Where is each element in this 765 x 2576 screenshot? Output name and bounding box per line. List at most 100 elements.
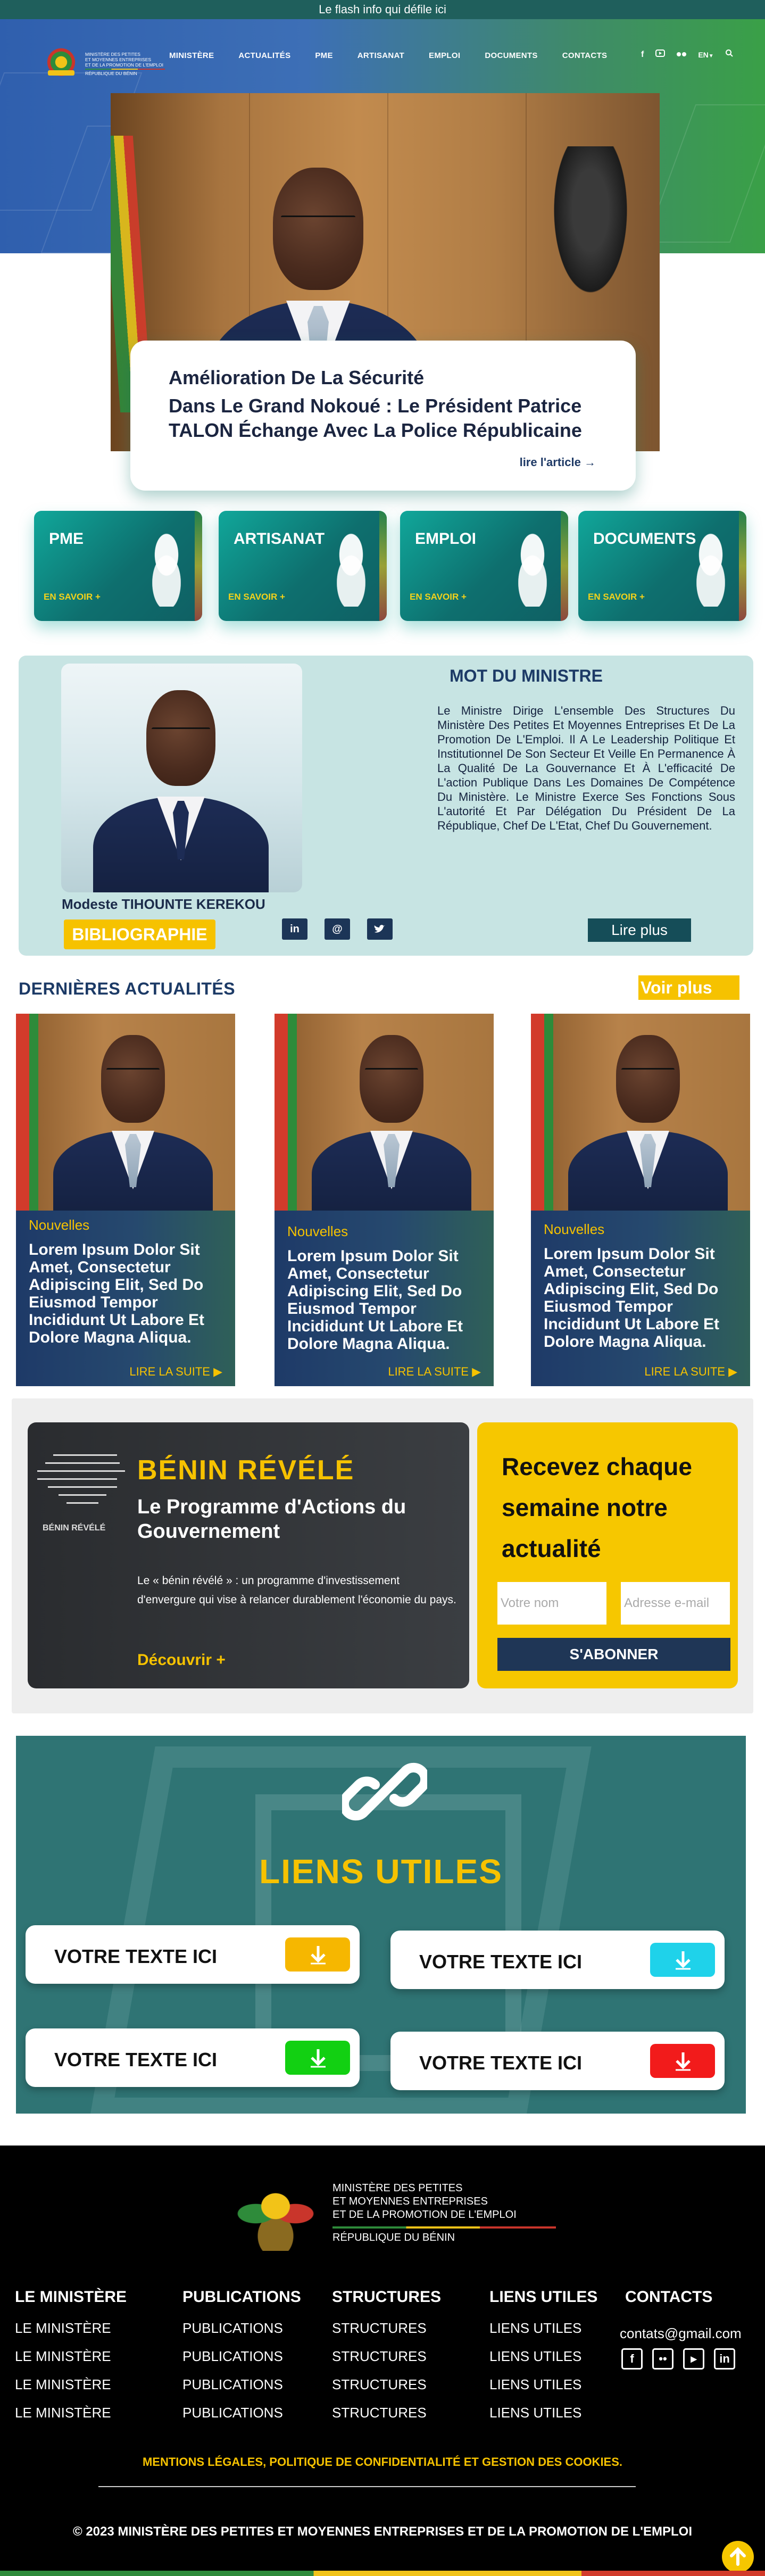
footer-link[interactable]: PUBLICATIONS bbox=[182, 2348, 301, 2365]
language-selector[interactable]: EN▼ bbox=[698, 51, 713, 59]
footer-column-contacts: CONTACTS bbox=[625, 2288, 712, 2320]
footer-link[interactable]: LIENS UTILES bbox=[489, 2405, 597, 2421]
newsletter-box: Recevez chaque semaine notre actualité V… bbox=[477, 1422, 738, 1688]
footer-link[interactable]: LE MINISTÈRE bbox=[15, 2320, 127, 2337]
coat-of-arms-icon bbox=[43, 47, 80, 81]
program-subtitle: Le Programme d'Actions du Gouvernement bbox=[137, 1496, 406, 1543]
footer-link[interactable]: LE MINISTÈRE bbox=[15, 2348, 127, 2365]
read-more-label: LIRE LA SUITE bbox=[129, 1365, 210, 1378]
nav-documents[interactable]: DOCUMENTS bbox=[485, 51, 537, 60]
facebook-icon[interactable]: f bbox=[621, 2348, 643, 2370]
contact-email[interactable]: contats@gmail.com bbox=[620, 2325, 742, 2342]
read-article-link[interactable]: lire l'article → bbox=[520, 455, 596, 469]
category-card-documents[interactable]: DOCUMENTS EN SAVOIR + bbox=[578, 511, 746, 621]
useful-link[interactable]: VOTRE TEXTE ICI bbox=[26, 1925, 360, 1984]
useful-link[interactable]: VOTRE TEXTE ICI bbox=[390, 2032, 725, 2090]
footer-column-publications: PUBLICATIONS PUBLICATIONS PUBLICATIONS P… bbox=[182, 2288, 301, 2433]
footer-logo-line: Ministère des Petites bbox=[332, 2182, 463, 2194]
youtube-icon[interactable] bbox=[655, 49, 666, 60]
arrow-right-icon: → bbox=[584, 455, 596, 469]
twitter-icon[interactable] bbox=[367, 918, 393, 940]
footer-link[interactable]: STRUCTURES bbox=[332, 2376, 441, 2393]
news-card[interactable]: Nouvelles Lorem Ipsum Dolor Sit Amet, Co… bbox=[16, 1014, 235, 1386]
nav-actualites[interactable]: ACTUALITÉS bbox=[238, 51, 290, 60]
benin-revele-logo-label: BÉNIN RÉVÉLÉ bbox=[43, 1523, 106, 1533]
category-link[interactable]: EN SAVOIR + bbox=[228, 592, 285, 602]
useful-link-label: VOTRE TEXTE ICI bbox=[419, 2052, 583, 2074]
hero-headline-card[interactable]: Amélioration De La Sécurité Dans Le Gran… bbox=[130, 341, 636, 491]
main-nav: MINISTÈRE ACTUALITÉS PME ARTISANAT EMPLO… bbox=[169, 51, 631, 60]
useful-links-section: LIENS UTILES VOTRE TEXTE ICI VOTRE TEXTE… bbox=[16, 1736, 746, 2114]
news-image bbox=[531, 1014, 750, 1211]
linkedin-icon[interactable]: in bbox=[282, 918, 307, 940]
category-card-emploi[interactable]: EMPLOI EN SAVOIR + bbox=[400, 511, 568, 621]
see-more-button[interactable]: Voir plus bbox=[638, 975, 739, 1000]
footer-logo[interactable]: Ministère des Petites et Moyennes Entrep… bbox=[226, 2176, 556, 2251]
useful-link-label: VOTRE TEXTE ICI bbox=[54, 2049, 218, 2070]
flag-stripe bbox=[332, 2226, 556, 2229]
news-tag: Nouvelles bbox=[287, 1223, 348, 1239]
name-input[interactable]: Votre nom bbox=[497, 1582, 606, 1625]
nav-emploi[interactable]: EMPLOI bbox=[429, 51, 460, 60]
category-link[interactable]: EN SAVOIR + bbox=[410, 592, 467, 602]
minister-word-title: MOT DU MINISTRE bbox=[450, 666, 603, 685]
news-card[interactable]: Nouvelles Lorem Ipsum Dolor Sit Amet, Co… bbox=[531, 1014, 750, 1386]
news-tag: Nouvelles bbox=[544, 1221, 605, 1237]
scroll-to-top-button[interactable] bbox=[722, 2541, 754, 2573]
category-link[interactable]: EN SAVOIR + bbox=[588, 592, 645, 602]
footer-link[interactable]: LIENS UTILES bbox=[489, 2376, 597, 2393]
facebook-icon[interactable]: f bbox=[641, 50, 644, 60]
nav-pme[interactable]: PME bbox=[315, 51, 332, 60]
threads-icon[interactable]: @ bbox=[325, 918, 350, 940]
footer-link[interactable]: LE MINISTÈRE bbox=[15, 2405, 127, 2421]
linkedin-icon[interactable]: in bbox=[714, 2348, 735, 2370]
search-icon[interactable] bbox=[725, 49, 733, 60]
bibliography-button[interactable]: BIBLIOGRAPHIE bbox=[64, 920, 215, 949]
footer-link[interactable]: LE MINISTÈRE bbox=[15, 2376, 127, 2393]
read-more-link[interactable]: LIRE LA SUITE ▶ bbox=[644, 1365, 737, 1379]
flag-stripe bbox=[85, 69, 165, 70]
minister-section: Modeste TIHOUNTE KEREKOU BIBLIOGRAPHIE i… bbox=[19, 656, 753, 956]
flag-tricolor-bar bbox=[0, 2571, 765, 2576]
nav-artisanat[interactable]: ARTISANAT bbox=[357, 51, 404, 60]
site-logo[interactable]: Ministère des Petites et Moyennes Entrep… bbox=[43, 43, 165, 85]
footer-link[interactable]: STRUCTURES bbox=[332, 2348, 441, 2365]
flickr-icon[interactable] bbox=[677, 50, 687, 60]
download-arrow-icon bbox=[650, 1943, 715, 1977]
benin-revele-banner[interactable]: BÉNIN RÉVÉLÉ BÉNIN RÉVÉLÉ Le Programme d… bbox=[28, 1422, 469, 1688]
category-link[interactable]: EN SAVOIR + bbox=[44, 592, 101, 602]
youtube-icon[interactable]: ▸ bbox=[683, 2348, 704, 2370]
nav-contacts[interactable]: CONTACTS bbox=[562, 51, 608, 60]
footer-link[interactable]: STRUCTURES bbox=[332, 2320, 441, 2337]
program-description: Le « bénin révélé » : un programme d'inv… bbox=[137, 1575, 456, 1606]
benin-revele-logo: BÉNIN RÉVÉLÉ bbox=[37, 1444, 125, 1545]
flickr-icon[interactable]: •• bbox=[652, 2348, 673, 2370]
read-more-label: LIRE LA SUITE bbox=[644, 1365, 725, 1378]
read-more-link[interactable]: LIRE LA SUITE ▶ bbox=[129, 1365, 222, 1379]
news-tag: Nouvelles bbox=[29, 1217, 90, 1233]
footer-link[interactable]: PUBLICATIONS bbox=[182, 2376, 301, 2393]
footer-link[interactable]: STRUCTURES bbox=[332, 2405, 441, 2421]
nav-ministere[interactable]: MINISTÈRE bbox=[169, 51, 214, 60]
newsletter-title: Recevez chaque semaine notre actualité bbox=[502, 1453, 692, 1562]
category-card-artisanat[interactable]: ARTISANAT EN SAVOIR + bbox=[219, 511, 387, 621]
footer-link[interactable]: PUBLICATIONS bbox=[182, 2405, 301, 2421]
coat-of-arms-icon bbox=[226, 2176, 325, 2251]
category-card-pme[interactable]: PME EN SAVOIR + bbox=[34, 511, 202, 621]
play-icon: ▶ bbox=[472, 1365, 481, 1378]
useful-link[interactable]: VOTRE TEXTE ICI bbox=[390, 1931, 725, 1989]
logo-line: Ministère des Petites bbox=[85, 52, 140, 57]
read-more-button[interactable]: Lire plus bbox=[588, 918, 691, 942]
footer-column-title: CONTACTS bbox=[625, 2288, 713, 2306]
read-more-link[interactable]: LIRE LA SUITE ▶ bbox=[388, 1365, 481, 1379]
footer-link[interactable]: LIENS UTILES bbox=[489, 2348, 597, 2365]
news-card[interactable]: Nouvelles Lorem Ipsum Dolor Sit Amet, Co… bbox=[275, 1014, 494, 1386]
subscribe-button[interactable]: S'ABONNER bbox=[497, 1638, 730, 1671]
email-input[interactable]: Adresse e-mail bbox=[621, 1582, 730, 1625]
useful-link[interactable]: VOTRE TEXTE ICI bbox=[26, 2028, 360, 2087]
discover-button[interactable]: Découvrir + bbox=[137, 1651, 226, 1669]
legal-links[interactable]: MENTIONS LÉGALES, POLITIQUE DE CONFIDENT… bbox=[0, 2455, 765, 2469]
footer-column-title: PUBLICATIONS bbox=[182, 2288, 301, 2306]
footer-link[interactable]: LIENS UTILES bbox=[489, 2320, 597, 2337]
footer-link[interactable]: PUBLICATIONS bbox=[182, 2320, 301, 2337]
